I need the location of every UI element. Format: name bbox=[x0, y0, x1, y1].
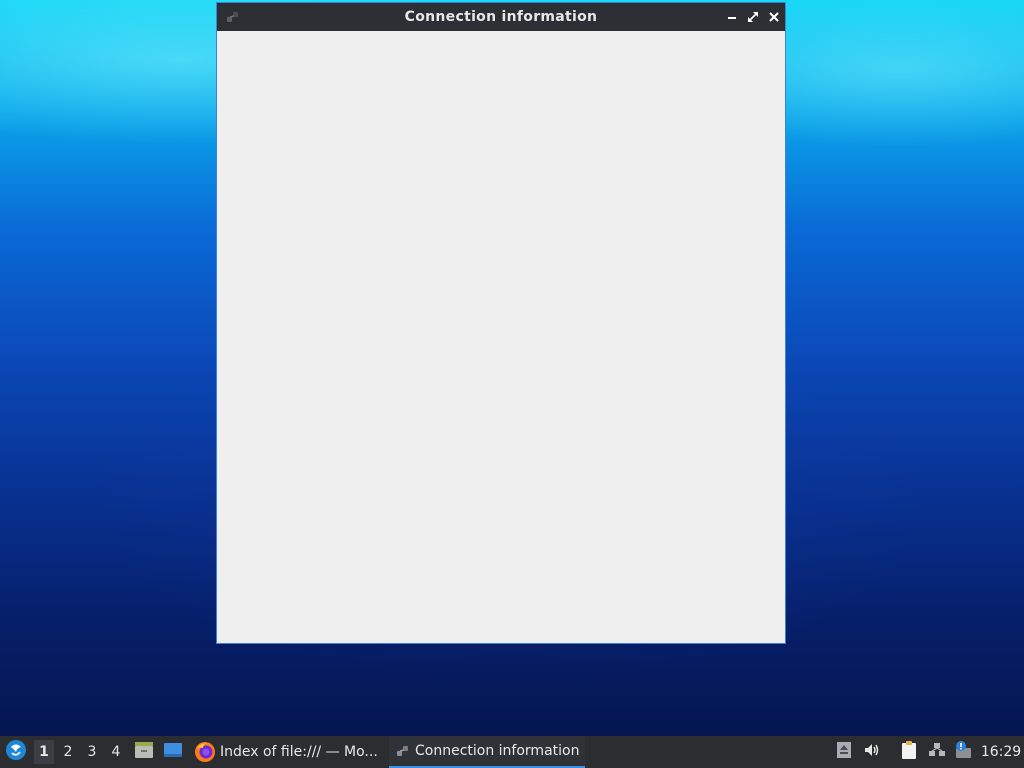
task-firefox[interactable]: Index of file:/// — Mo... bbox=[192, 736, 384, 768]
task-connection-label: Connection information bbox=[415, 743, 580, 759]
task-connection-information[interactable]: Connection information bbox=[389, 736, 585, 768]
show-desktop-button[interactable] bbox=[162, 741, 184, 763]
minimize-button[interactable] bbox=[723, 8, 741, 26]
maximize-icon bbox=[747, 8, 759, 27]
update-notifier-icon bbox=[953, 740, 973, 764]
maximize-button[interactable] bbox=[744, 8, 762, 26]
network-icon bbox=[928, 741, 946, 763]
volume-icon bbox=[863, 741, 881, 763]
file-manager-icon bbox=[134, 740, 154, 764]
close-button[interactable] bbox=[765, 8, 783, 26]
close-icon bbox=[768, 8, 780, 27]
clipboard-button[interactable] bbox=[899, 740, 919, 764]
tray-expand-button[interactable] bbox=[834, 742, 854, 762]
window-titlebar[interactable]: Connection information bbox=[217, 3, 785, 31]
clipboard-icon bbox=[900, 740, 918, 764]
minimize-icon bbox=[726, 8, 738, 27]
start-menu-button[interactable] bbox=[4, 740, 28, 764]
workspace-3-button[interactable]: 3 bbox=[82, 740, 102, 764]
task-firefox-label: Index of file:/// — Mo... bbox=[220, 744, 378, 760]
window-content-area bbox=[217, 31, 785, 643]
workspace-4-button[interactable]: 4 bbox=[106, 740, 126, 764]
clock[interactable]: 16:29 bbox=[978, 736, 1024, 768]
connection-information-window[interactable]: Connection information bbox=[216, 2, 786, 644]
workspace-1-button[interactable]: 1 bbox=[34, 740, 54, 764]
network-button[interactable] bbox=[927, 742, 947, 762]
taskbar: 1 2 3 4 Index of file:/// — Mo... Connec… bbox=[0, 736, 1024, 768]
firefox-icon bbox=[194, 741, 216, 763]
file-manager-launcher[interactable] bbox=[133, 741, 155, 763]
workspace-2-button[interactable]: 2 bbox=[58, 740, 78, 764]
tray-expand-icon bbox=[836, 741, 852, 763]
update-notifier-button[interactable] bbox=[953, 740, 973, 764]
network-connection-icon bbox=[395, 743, 411, 759]
volume-button[interactable] bbox=[862, 742, 882, 762]
show-desktop-icon bbox=[163, 740, 183, 764]
lxqt-start-menu-icon bbox=[5, 739, 27, 765]
window-title: Connection information bbox=[404, 9, 598, 25]
